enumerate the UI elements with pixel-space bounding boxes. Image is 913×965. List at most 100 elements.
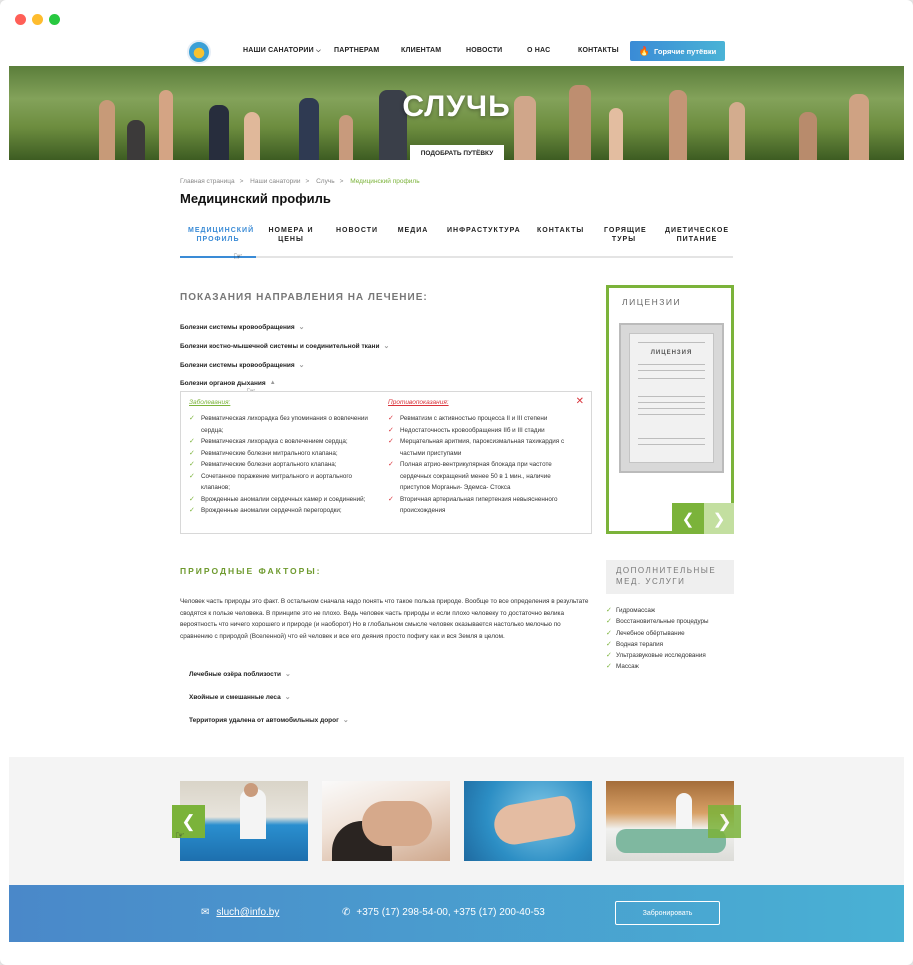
list-item: Ревматизм с активностью процесса II и II… bbox=[388, 413, 578, 425]
site-logo[interactable] bbox=[187, 40, 211, 64]
list-item: Врожденные аномалии сердечной перегородк… bbox=[189, 505, 379, 517]
list-item: Ревматические болезни аортального клапан… bbox=[189, 459, 379, 471]
licenses-widget: ЛИЦЕНЗИИ ЛИЦЕНЗИЯ ❮ ❯ bbox=[606, 285, 734, 534]
list-item: Массаж bbox=[606, 661, 709, 673]
hot-tours-label: Горячие путёвки bbox=[654, 46, 717, 56]
list-item: Ревматическая лихорадка с вовлечением се… bbox=[189, 436, 379, 448]
accordion-circulatory-2[interactable]: Болезни системы кровообращения ⌄ bbox=[180, 361, 305, 369]
nav-contacts[interactable]: КОНТАКТЫ bbox=[578, 47, 619, 54]
photo-gallery bbox=[9, 757, 904, 885]
accordion-circulatory[interactable]: Болезни системы кровообращения ⌄ bbox=[180, 323, 305, 331]
tab-hot-tours[interactable]: ГОРЯЩИЕ ТУРЫ bbox=[600, 226, 648, 244]
list-item: Недостаточность кровообращения IIб и III… bbox=[388, 425, 578, 437]
list-item: Вторичная артериальная гипертензия невыя… bbox=[388, 494, 578, 517]
hero-title: СЛУЧЬ bbox=[402, 90, 511, 123]
tab-diet[interactable]: ДИЕТИЧЕСКОЕ ПИТАНИЕ bbox=[663, 226, 731, 244]
license-doc-title: ЛИЦЕНЗИЯ bbox=[650, 350, 693, 356]
chevron-right-icon: ❯ bbox=[717, 811, 732, 831]
diseases-list: Ревматическая лихорадка без упоминания о… bbox=[189, 413, 379, 517]
pick-tour-button[interactable]: ПОДОБРАТЬ ПУТЁВКУ bbox=[410, 145, 504, 161]
chevron-down-icon: ⌵ bbox=[316, 48, 321, 54]
nav-clients[interactable]: КЛИЕНТАМ bbox=[401, 47, 441, 54]
chevron-down-icon: ⌄ bbox=[298, 324, 305, 331]
license-image[interactable]: ЛИЦЕНЗИЯ bbox=[619, 323, 724, 473]
accordion-label: Болезни системы кровообращения bbox=[180, 362, 295, 369]
maximize-window-icon[interactable] bbox=[49, 14, 60, 25]
gallery-prev-button[interactable]: ❮ bbox=[172, 805, 205, 838]
close-window-icon[interactable] bbox=[15, 14, 26, 25]
tab-label: МЕДИЦИНСКИЙ ПРОФИЛЬ bbox=[188, 227, 255, 243]
footer-phone: ✆ +375 (17) 298-54-00, +375 (17) 200-40-… bbox=[342, 907, 545, 918]
book-button[interactable]: Забронировать bbox=[615, 901, 720, 925]
license-next-button[interactable]: ❯ bbox=[704, 503, 734, 534]
list-item: Сочетанное поражение митрального и аорта… bbox=[189, 471, 379, 494]
list-item: Врожденные аномалии сердечных камер и со… bbox=[189, 494, 379, 506]
list-item: Ревматические болезни митрального клапан… bbox=[189, 448, 379, 460]
nav-about[interactable]: О НАС bbox=[527, 47, 550, 54]
tab-medical-profile[interactable]: МЕДИЦИНСКИЙ ПРОФИЛЬ bbox=[180, 226, 256, 244]
list-item: Полная атрио-вентрикулярная блокада при … bbox=[388, 459, 578, 494]
gallery-next-button[interactable]: ❯ bbox=[708, 805, 741, 838]
nav-partners[interactable]: ПАРТНЕРАМ bbox=[334, 47, 379, 54]
accordion-label: Болезни органов дыхания bbox=[180, 380, 266, 387]
extra-services-heading: ДОПОЛНИТЕЛЬНЫЕ МЕД. УСЛУГИ bbox=[606, 560, 734, 594]
hot-tours-button[interactable]: 🔥 Горячие путёвки bbox=[630, 41, 725, 61]
chevron-down-icon: ⌄ bbox=[284, 671, 291, 678]
breadcrumb-sluch[interactable]: Случь bbox=[316, 178, 335, 185]
gallery-photo-massage[interactable] bbox=[322, 781, 450, 861]
licenses-heading: ЛИЦЕНЗИИ bbox=[622, 297, 682, 307]
gallery-photo-foot[interactable] bbox=[464, 781, 592, 861]
tab-news[interactable]: НОВОСТИ bbox=[336, 226, 378, 235]
tabs-active-indicator bbox=[180, 256, 256, 258]
extra-services-list: Гидромассаж Восстановительные процедуры … bbox=[606, 605, 709, 673]
accordion-roads[interactable]: Территория удалена от автомобильных доро… bbox=[189, 716, 349, 724]
breadcrumb: Главная страница > Наши санатории > Случь >… bbox=[180, 178, 420, 185]
natural-factors-heading: ПРИРОДНЫЕ ФАКТОРЫ: bbox=[180, 566, 322, 576]
footer-phone-numbers: +375 (17) 298-54-00, +375 (17) 200-40-53 bbox=[356, 907, 545, 918]
list-item: Ревматическая лихорадка без упоминания о… bbox=[189, 413, 379, 436]
chevron-down-icon: ⌄ bbox=[342, 717, 349, 724]
tab-contacts[interactable]: КОНТАКТЫ bbox=[537, 226, 583, 235]
tab-label: НОМЕРА И ЦЕНЫ bbox=[268, 227, 314, 243]
tabs-divider bbox=[180, 256, 733, 258]
accordion-label: Лечебные озёра поблизости bbox=[189, 671, 281, 678]
respiratory-panel: Заболевания: Ревматическая лихорадка без… bbox=[180, 391, 592, 534]
diseases-label: Заболевания: bbox=[189, 399, 231, 406]
indications-heading: ПОКАЗАНИЯ НАПРАВЛЕНИЯ НА ЛЕЧЕНИЕ: bbox=[180, 292, 428, 303]
chevron-down-icon: ⌄ bbox=[383, 343, 390, 350]
contraindications-label: Противопоказания: bbox=[388, 399, 449, 406]
tab-media[interactable]: МЕДИА bbox=[397, 226, 429, 235]
close-icon[interactable]: ✕ bbox=[576, 396, 584, 407]
nav-news[interactable]: НОВОСТИ bbox=[466, 47, 502, 54]
chevron-down-icon: ⌄ bbox=[298, 362, 305, 369]
phone-icon: ✆ bbox=[342, 907, 351, 918]
chevron-down-icon: ⌄ bbox=[284, 694, 291, 701]
breadcrumb-sanatoriums[interactable]: Наши санатории bbox=[250, 178, 300, 185]
envelope-icon: ✉ bbox=[201, 907, 210, 918]
accordion-label: Болезни костно-мышечной системы и соедин… bbox=[180, 343, 380, 350]
accordion-musculoskeletal[interactable]: Болезни костно-мышечной системы и соедин… bbox=[180, 342, 389, 350]
chevron-left-icon: ❮ bbox=[181, 811, 196, 831]
accordion-respiratory[interactable]: Болезни органов дыхания ▲ bbox=[180, 380, 276, 387]
accordion-forests[interactable]: Хвойные и смешанные леса ⌄ bbox=[189, 693, 291, 701]
natural-factors-text: Человек часть природы это факт. В осталь… bbox=[180, 598, 589, 640]
list-item: Водная терапия bbox=[606, 639, 709, 651]
minimize-window-icon[interactable] bbox=[32, 14, 43, 25]
browser-window: НАШИ САНАТОРИИ ⌵ ПАРТНЕРАМ КЛИЕНТАМ НОВО… bbox=[0, 0, 913, 965]
accordion-label: Болезни системы кровообращения bbox=[180, 324, 295, 331]
chevron-left-icon: ❮ bbox=[681, 510, 695, 528]
license-document: ЛИЦЕНЗИЯ bbox=[629, 333, 714, 463]
breadcrumb-current: Медицинский профиль bbox=[350, 178, 420, 185]
tab-infrastructure[interactable]: ИНФРАСТУКТУРА bbox=[447, 226, 520, 235]
list-item: Мерцательная аритмия, пароксизмальная та… bbox=[388, 436, 578, 459]
accordion-label: Территория удалена от автомобильных доро… bbox=[189, 717, 339, 724]
chevron-up-icon: ▲ bbox=[269, 380, 276, 386]
accordion-lakes[interactable]: Лечебные озёра поблизости ⌄ bbox=[189, 670, 291, 678]
list-item: Лечебное обёртывание bbox=[606, 628, 709, 640]
breadcrumb-home[interactable]: Главная страница bbox=[180, 178, 235, 185]
license-prev-button[interactable]: ❮ bbox=[672, 503, 704, 534]
tab-rooms-prices[interactable]: НОМЕРА И ЦЕНЫ bbox=[264, 226, 318, 244]
fire-icon: 🔥 bbox=[638, 45, 651, 56]
nav-sanatoriums[interactable]: НАШИ САНАТОРИИ ⌵ bbox=[243, 47, 321, 55]
footer-email-link[interactable]: ✉ sluch@info.by bbox=[201, 907, 279, 918]
